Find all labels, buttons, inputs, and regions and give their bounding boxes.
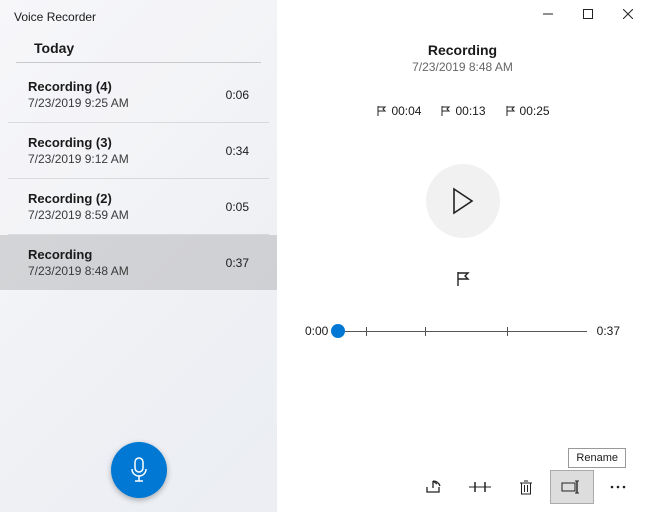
scrub-thumb[interactable]: [331, 324, 345, 338]
recording-name: Recording (2): [28, 191, 129, 206]
trim-icon: [469, 480, 491, 494]
detail-title: Recording: [277, 42, 648, 58]
recording-date: 7/23/2019 8:59 AM: [28, 208, 129, 222]
record-button[interactable]: [111, 442, 167, 498]
recording-length: 0:37: [226, 256, 249, 270]
detail-date: 7/23/2019 8:48 AM: [277, 60, 648, 74]
recording-length: 0:06: [226, 88, 249, 102]
marker-item[interactable]: 00:04: [375, 104, 421, 118]
close-button[interactable]: [608, 0, 648, 28]
rename-tooltip: Rename: [568, 448, 626, 468]
recording-item[interactable]: Recording (2) 7/23/2019 8:59 AM 0:05: [8, 179, 269, 235]
ellipsis-icon: [610, 485, 626, 489]
rename-button[interactable]: [550, 470, 594, 504]
more-button[interactable]: [596, 470, 640, 504]
recording-name: Recording: [28, 247, 129, 262]
scrub-slider[interactable]: [338, 331, 586, 332]
microphone-icon: [129, 456, 149, 484]
minimize-button[interactable]: [528, 0, 568, 28]
recording-item[interactable]: Recording (4) 7/23/2019 9:25 AM 0:06: [8, 67, 269, 123]
app-title: Voice Recorder: [0, 0, 277, 30]
flag-icon: [439, 105, 451, 117]
marker-time: 00:25: [520, 104, 550, 118]
marker-item[interactable]: 00:25: [504, 104, 550, 118]
play-icon: [451, 187, 475, 215]
trash-icon: [519, 479, 533, 495]
flag-icon: [375, 105, 387, 117]
marker-item[interactable]: 00:13: [439, 104, 485, 118]
trim-button[interactable]: [458, 470, 502, 504]
play-button[interactable]: [426, 164, 500, 238]
recording-date: 7/23/2019 9:12 AM: [28, 152, 129, 166]
marker-time: 00:13: [455, 104, 485, 118]
delete-button[interactable]: [504, 470, 548, 504]
recording-length: 0:34: [226, 144, 249, 158]
recording-name: Recording (3): [28, 135, 129, 150]
close-icon: [623, 9, 633, 19]
maximize-icon: [583, 9, 593, 19]
add-marker-button[interactable]: [448, 264, 478, 294]
recording-length: 0:05: [226, 200, 249, 214]
marker-time: 00:04: [391, 104, 421, 118]
recording-item[interactable]: Recording 7/23/2019 8:48 AM 0:37: [0, 235, 277, 290]
share-icon: [425, 479, 443, 495]
scrub-position: 0:00: [305, 324, 328, 338]
recording-name: Recording (4): [28, 79, 129, 94]
flag-icon: [454, 270, 472, 288]
flag-icon: [504, 105, 516, 117]
maximize-button[interactable]: [568, 0, 608, 28]
recording-item[interactable]: Recording (3) 7/23/2019 9:12 AM 0:34: [8, 123, 269, 179]
marker-list: 00:04 00:13 00:25: [277, 104, 648, 118]
scrub-total: 0:37: [597, 324, 620, 338]
minimize-icon: [543, 9, 553, 19]
recording-date: 7/23/2019 8:48 AM: [28, 264, 129, 278]
group-header-today: Today: [16, 30, 261, 63]
recording-date: 7/23/2019 9:25 AM: [28, 96, 129, 110]
share-button[interactable]: [412, 470, 456, 504]
rename-icon: [561, 480, 583, 494]
